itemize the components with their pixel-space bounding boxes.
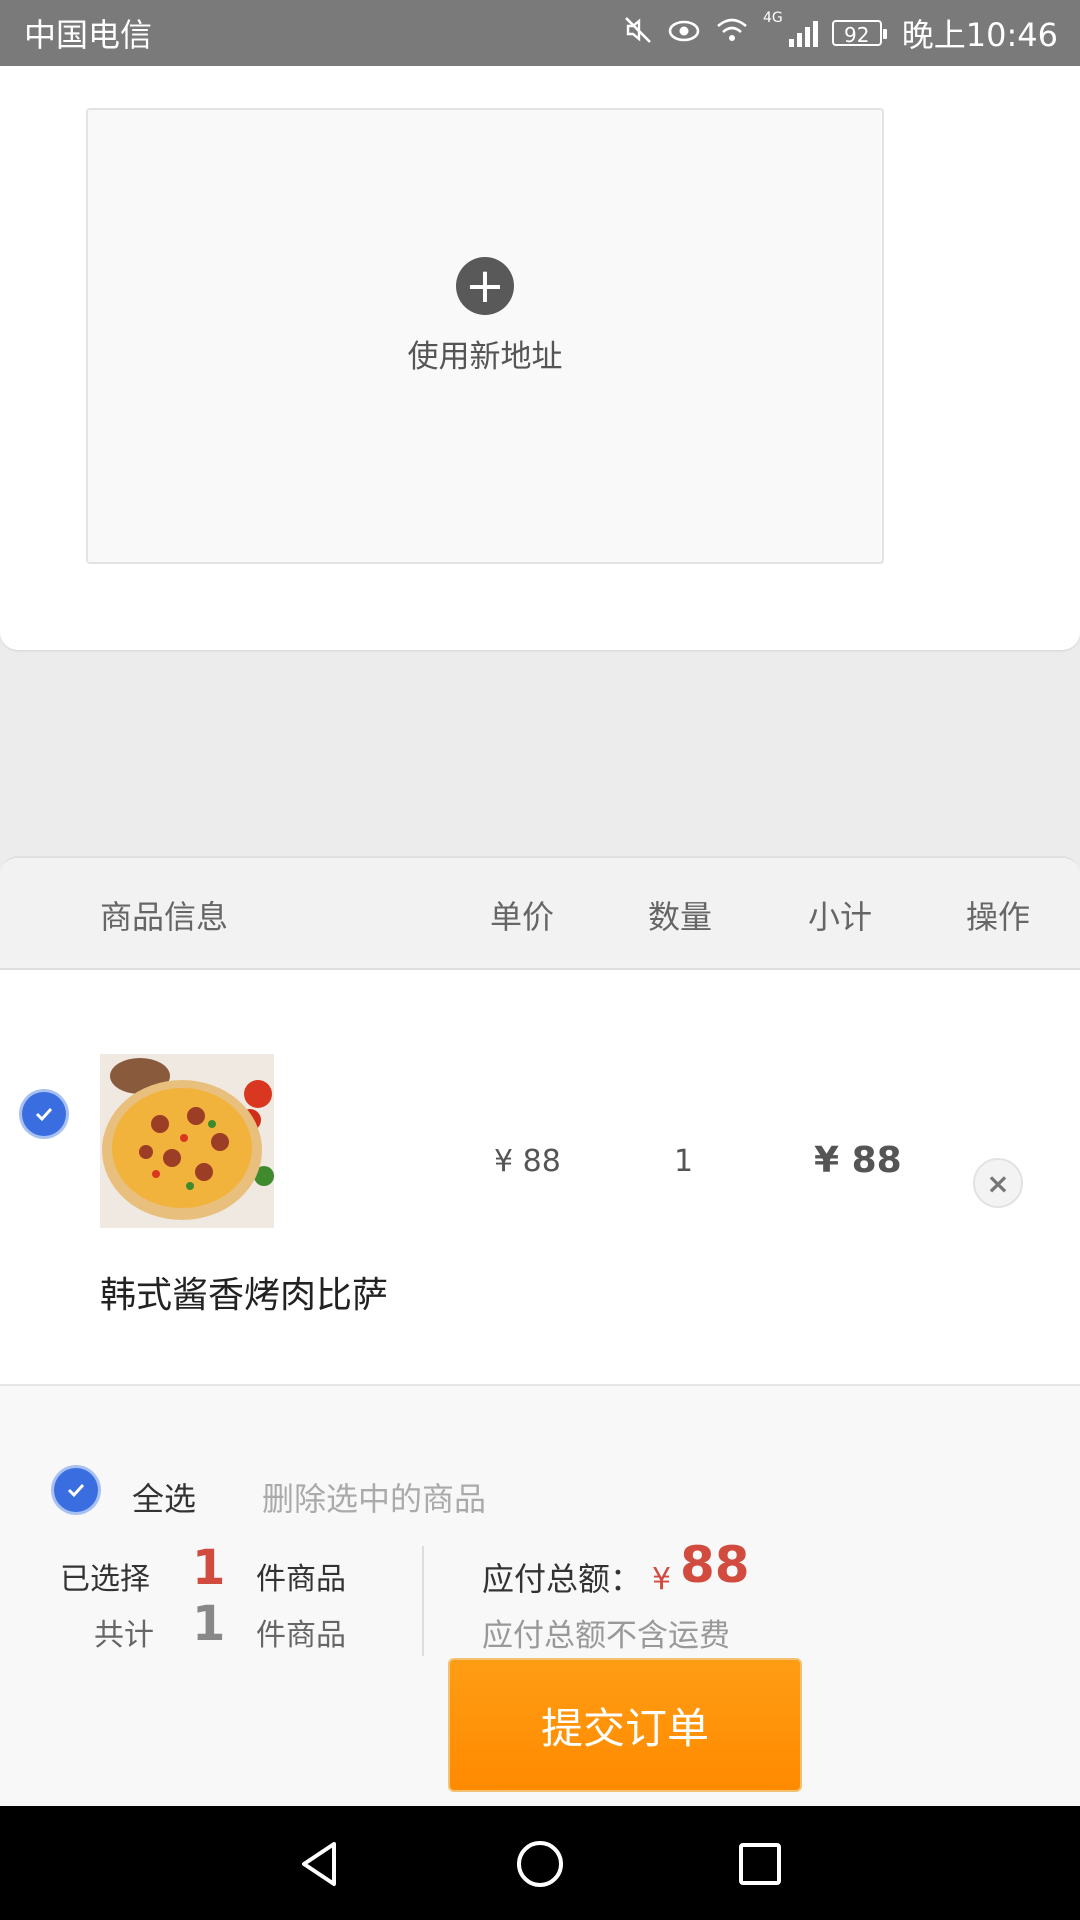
total-count-label: 共计 xyxy=(94,1618,154,1653)
plus-circle-icon: + xyxy=(456,256,514,315)
checkmark-icon xyxy=(35,1107,53,1122)
cart-item-row: 韩式酱香烤肉比萨 ¥ 88 1 ¥ 88 × xyxy=(0,970,1080,1386)
total-unit: 件商品 xyxy=(256,1618,346,1653)
header-action: 操作 xyxy=(966,898,1031,936)
amount-currency: ¥ xyxy=(652,1562,672,1597)
header-product-info: 商品信息 xyxy=(100,898,229,936)
home-icon[interactable] xyxy=(510,1834,570,1894)
recents-icon[interactable] xyxy=(730,1834,790,1894)
unit-price: ¥ 88 xyxy=(494,1144,561,1179)
cart-panel: 商品信息 单价 数量 小计 操作 韩式酱香烤肉比萨 ¥ 88 1 ¥ 88 × … xyxy=(0,856,1080,1858)
carrier-name: 中国电信 xyxy=(24,16,153,54)
eye-icon xyxy=(667,17,701,49)
selected-unit: 件商品 xyxy=(256,1562,346,1597)
wifi-icon xyxy=(715,16,749,50)
delete-selected-link[interactable]: 删除选中的商品 xyxy=(262,1474,486,1520)
mute-icon xyxy=(623,15,653,51)
status-icons: 4G 92 晚上10:46 xyxy=(623,10,1058,56)
select-all-label[interactable]: 全选 xyxy=(132,1474,196,1520)
selected-label: 已选择 xyxy=(60,1562,150,1597)
remove-item-button[interactable]: × xyxy=(973,1158,1023,1208)
item-checkbox[interactable] xyxy=(22,1092,66,1136)
amount-note: 应付总额不含运费 xyxy=(482,1618,730,1654)
battery-icon: 92 xyxy=(831,20,887,47)
product-image[interactable] xyxy=(100,1054,274,1228)
signal-icon xyxy=(788,19,818,47)
selected-count-line: 已选择 1 件商品 xyxy=(60,1540,360,1602)
checkmark-icon xyxy=(67,1483,85,1498)
submit-order-button[interactable]: 提交订单 xyxy=(448,1658,802,1792)
total-count-line: 共计 1 件商品 xyxy=(60,1596,360,1658)
subtotal-value: ¥ 88 xyxy=(814,1140,902,1181)
summary-divider xyxy=(422,1546,424,1656)
new-address-label: 使用新地址 xyxy=(407,338,563,375)
header-quantity: 数量 xyxy=(648,898,713,936)
system-nav-bar xyxy=(0,1806,1080,1920)
status-bar: 中国电信 4G 92 晚上10:46 xyxy=(0,0,1080,66)
selected-count: 1 xyxy=(192,1540,226,1596)
selection-stats: 已选择 1 件商品 共计 1 件商品 xyxy=(60,1540,360,1658)
address-card: + 使用新地址 xyxy=(0,66,1080,650)
cart-header: 商品信息 单价 数量 小计 操作 xyxy=(0,858,1080,970)
pizza-icon xyxy=(100,1054,274,1228)
select-all-checkbox[interactable] xyxy=(54,1468,98,1512)
cart-summary: 全选 删除选中的商品 已选择 1 件商品 共计 1 件商品 应付总额： ¥ 88… xyxy=(0,1386,1080,1858)
new-address-button[interactable]: + 使用新地址 xyxy=(86,108,884,564)
total-count: 1 xyxy=(192,1596,226,1652)
4g-icon: 4G xyxy=(763,10,783,26)
amount-label: 应付总额： xyxy=(482,1560,643,1598)
quantity-value: 1 xyxy=(674,1144,694,1179)
header-subtotal: 小计 xyxy=(808,898,873,936)
clock: 晚上10:46 xyxy=(901,16,1058,54)
header-unit-price: 单价 xyxy=(490,898,555,936)
back-icon[interactable] xyxy=(290,1834,350,1894)
close-icon: × xyxy=(986,1166,1010,1200)
product-name[interactable]: 韩式酱香烤肉比萨 xyxy=(100,1266,388,1318)
amount-value: 88 xyxy=(680,1536,750,1594)
